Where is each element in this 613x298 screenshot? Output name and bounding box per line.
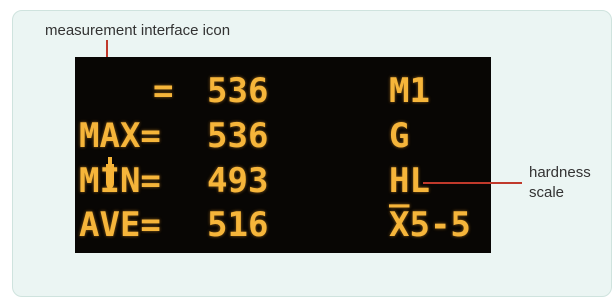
probe-icon [102,69,118,192]
display-min-label: MIN= [79,161,161,201]
lcd-display: = 536 M1 MAX= 536 G MIN= 493 HL AVE= 516… [75,57,491,253]
display-row-min: MIN= 493 HL [75,159,491,203]
display-max-label: MAX= [79,116,161,156]
display-average-label: AVE= [79,205,161,245]
scale-leader-line [423,182,522,184]
display-average-count: X̅5-5 [389,205,471,245]
scale-annotation-label: hardness scale [529,163,609,203]
icon-leader-line [106,40,108,58]
icon-annotation-label: measurement interface icon [45,22,231,39]
display-row-current: = 536 M1 [75,69,491,192]
scale-annotation-line1: hardness [529,164,591,181]
display-row-average: AVE= 516 X̅5-5 [75,203,491,247]
display-max-value: 536 [207,116,269,156]
display-memory-indicator: M1 [389,71,430,111]
scale-annotation-line2: scale [529,184,565,201]
display-equals: = [153,71,174,111]
display-min-value: 493 [207,161,269,201]
display-material-indicator: G [389,116,410,156]
display-row-max: MAX= 536 G [75,114,491,158]
display-current-value: 536 [207,71,269,111]
display-average-value: 516 [207,205,269,245]
display-hardness-scale: HL [389,161,430,201]
